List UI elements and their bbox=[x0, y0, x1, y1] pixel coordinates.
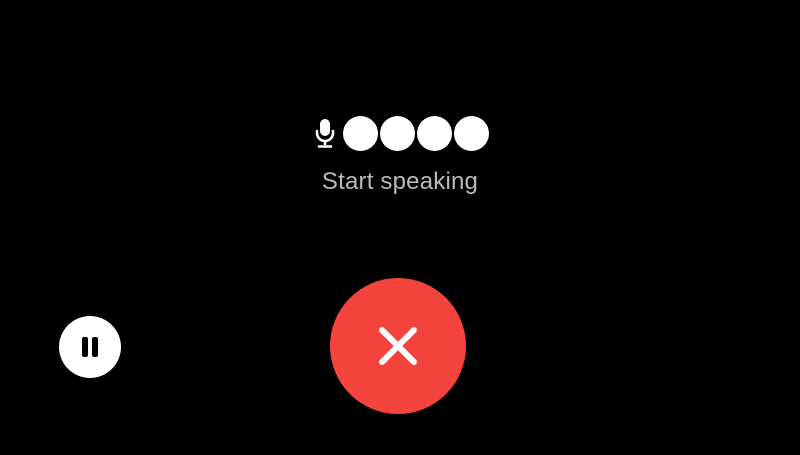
voice-level-indicator bbox=[314, 114, 489, 152]
cancel-button[interactable] bbox=[330, 278, 466, 414]
level-dot bbox=[417, 115, 452, 151]
level-dots bbox=[343, 115, 489, 151]
voice-input-screen: Start speaking bbox=[0, 0, 800, 455]
pause-icon bbox=[80, 336, 100, 358]
level-dot bbox=[380, 115, 415, 151]
microphone-icon bbox=[314, 114, 340, 152]
pause-button[interactable] bbox=[59, 316, 121, 378]
level-dot bbox=[343, 115, 378, 151]
status-text: Start speaking bbox=[321, 168, 479, 195]
close-icon bbox=[376, 324, 420, 368]
level-dot bbox=[454, 115, 489, 151]
